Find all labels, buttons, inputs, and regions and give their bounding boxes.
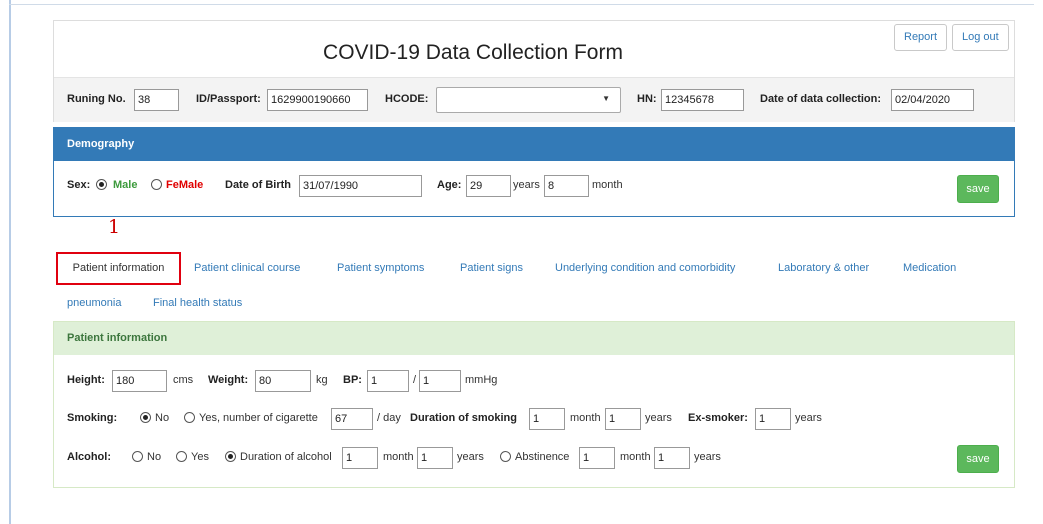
weight-input[interactable]: 80 [255, 370, 311, 392]
smoking-yes-radio[interactable] [184, 412, 195, 423]
logout-button[interactable]: Log out [952, 24, 1009, 51]
sex-female-radio[interactable] [151, 179, 162, 190]
smoking-month-input[interactable]: 1 [529, 408, 565, 430]
alcohol-label: Alcohol: [67, 451, 111, 463]
sex-male-radio[interactable] [96, 179, 107, 190]
alcohol-duration-label: Duration of alcohol [240, 451, 332, 463]
tab-medication[interactable]: Medication [903, 262, 956, 274]
alcohol-duration-radio[interactable] [225, 451, 236, 462]
smoking-label: Smoking: [67, 412, 118, 424]
bp-separator: / [413, 374, 417, 386]
age-years-input[interactable]: 29 [466, 175, 511, 197]
running-no-input[interactable]: 38 [134, 89, 179, 111]
alcohol-no-radio[interactable] [132, 451, 143, 462]
date-of-collection-label: Date of data collection: [760, 93, 882, 105]
smoking-month-unit: month [570, 412, 601, 424]
abstinence-month-input[interactable]: 1 [579, 447, 615, 469]
height-input[interactable]: 180 [112, 370, 167, 392]
hcode-select[interactable]: ▼ [436, 87, 621, 113]
smoking-year-input[interactable]: 1 [605, 408, 641, 430]
bp-systolic-input[interactable]: 1 [367, 370, 409, 392]
height-label: Height: [67, 374, 105, 386]
form-header-card: COVID-19 Data Collection Form Report Log… [53, 20, 1015, 122]
per-day-unit: / day [377, 412, 401, 424]
annotation-number: 1 [108, 216, 121, 238]
age-years-unit: years [513, 179, 540, 191]
dob-label: Date of Birth [225, 179, 291, 191]
sex-female-label: FeMale [166, 179, 204, 191]
chevron-down-icon: ▼ [602, 94, 610, 103]
sex-male-label: Male [113, 179, 138, 191]
abstinence-month-unit: month [620, 451, 651, 463]
weight-unit: kg [316, 374, 328, 386]
age-label: Age: [437, 179, 462, 191]
smoking-yes-label: Yes, number of cigarette [199, 412, 318, 424]
alcohol-no-label: No [147, 451, 162, 463]
alcohol-year-input[interactable]: 1 [417, 447, 453, 469]
id-passport-input[interactable]: 1629900190660 [267, 89, 368, 111]
smoking-no-label: No [155, 412, 170, 424]
bp-unit: mmHg [465, 374, 498, 386]
tab-patient-information[interactable]: Patient information [56, 252, 181, 285]
abstinence-year-unit: years [694, 451, 721, 463]
tab-patient-signs[interactable]: Patient signs [460, 262, 523, 274]
age-months-unit: month [592, 179, 623, 191]
bp-label: BP: [343, 374, 362, 386]
height-unit: cms [173, 374, 194, 386]
duration-smoking-label: Duration of smoking [410, 412, 517, 424]
hn-label: HN: [637, 93, 657, 105]
left-border-rule [9, 0, 11, 524]
ex-smoker-unit: years [795, 412, 822, 424]
patient-information-heading: Patient information [54, 322, 1014, 355]
bp-diastolic-input[interactable]: 1 [419, 370, 461, 392]
tab-patient-symptoms[interactable]: Patient symptoms [337, 262, 424, 274]
id-passport-label: ID/Passport: [196, 93, 261, 105]
tab-underlying-condition[interactable]: Underlying condition and comorbidity [555, 262, 735, 274]
cigarette-count-input[interactable]: 67 [331, 408, 373, 430]
tab-final-health-status[interactable]: Final health status [153, 297, 242, 309]
smoking-year-unit: years [645, 412, 672, 424]
alcohol-month-input[interactable]: 1 [342, 447, 378, 469]
demography-save-button[interactable]: save [957, 175, 999, 203]
abstinence-label: Abstinence [515, 451, 570, 463]
date-of-collection-input[interactable]: 02/04/2020 [891, 89, 974, 111]
dob-input[interactable]: 31/07/1990 [299, 175, 422, 197]
ex-smoker-input[interactable]: 1 [755, 408, 791, 430]
sex-label: Sex: [67, 179, 91, 191]
smoking-no-radio[interactable] [140, 412, 151, 423]
ex-smoker-label: Ex-smoker: [688, 412, 748, 424]
patient-information-panel: Patient information Height: 180 cms Weig… [53, 321, 1015, 488]
page-title: COVID-19 Data Collection Form [323, 41, 623, 64]
abstinence-year-input[interactable]: 1 [654, 447, 690, 469]
report-button[interactable]: Report [894, 24, 948, 51]
alcohol-month-unit: month [383, 451, 414, 463]
alcohol-yes-label: Yes [191, 451, 209, 463]
patient-info-save-button[interactable]: save [957, 445, 999, 473]
weight-label: Weight: [208, 374, 249, 386]
hcode-label: HCODE: [385, 93, 429, 105]
hn-input[interactable]: 12345678 [661, 89, 744, 111]
meta-row: Runing No. 38 ID/Passport: 1629900190660… [54, 77, 1014, 122]
tab-pneumonia[interactable]: pneumonia [67, 297, 121, 309]
age-months-input[interactable]: 8 [544, 175, 589, 197]
tab-laboratory-other[interactable]: Laboratory & other [778, 262, 869, 274]
alcohol-year-unit: years [457, 451, 484, 463]
running-no-label: Runing No. [67, 93, 126, 105]
demography-heading: Demography [54, 128, 1014, 161]
alcohol-yes-radio[interactable] [176, 451, 187, 462]
tab-patient-clinical-course[interactable]: Patient clinical course [194, 262, 300, 274]
abstinence-radio[interactable] [500, 451, 511, 462]
top-border-rule [9, 4, 1034, 5]
demography-panel: Demography Sex: Male FeMale Date of Birt… [53, 127, 1015, 217]
